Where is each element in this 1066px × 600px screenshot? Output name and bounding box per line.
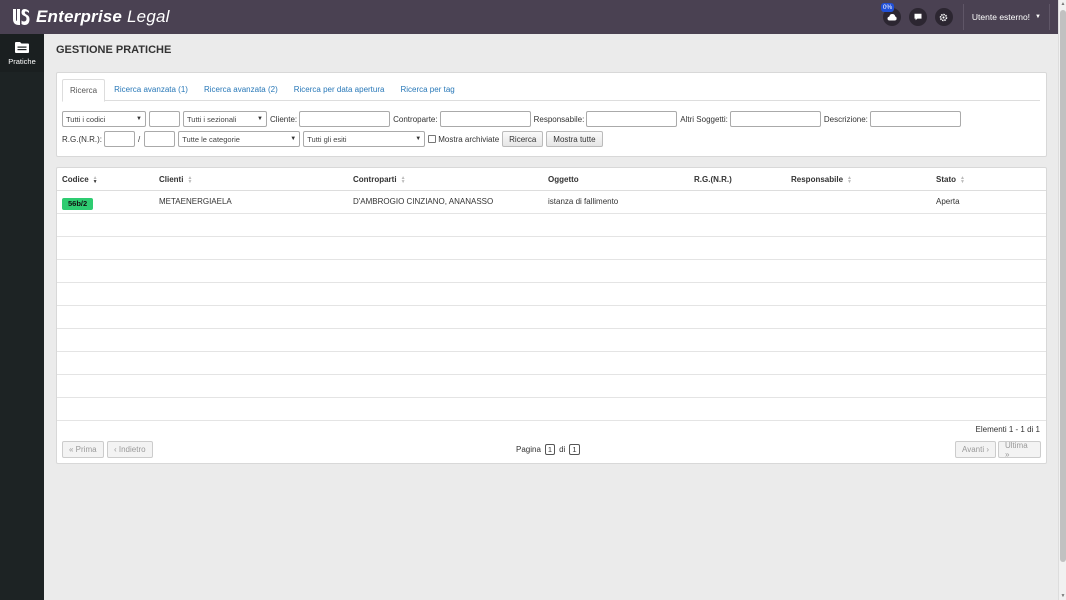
logo-text: Enterprise Legal — [36, 7, 170, 26]
cloud-icon — [887, 14, 897, 21]
counterpart-label: Controparte: — [393, 114, 438, 124]
table-row-empty — [57, 306, 1046, 329]
sort-icon: ▲ ▼ — [960, 174, 965, 185]
client-input[interactable] — [299, 111, 391, 127]
caret-down-icon: ▼ — [1035, 14, 1041, 20]
show-archived-checkbox[interactable] — [428, 135, 437, 143]
table-row-empty — [57, 237, 1046, 260]
column-header-controparti[interactable]: Controparti ▲ ▼ — [353, 168, 406, 191]
user-menu-dropdown[interactable]: Utente esterno! ▼ — [972, 4, 1050, 30]
sidebar: Pratiche — [0, 34, 44, 600]
sort-icon: ▲ ▼ — [92, 174, 98, 185]
column-header-stato[interactable]: Stato ▲ ▼ — [936, 168, 965, 191]
tab-ricerca[interactable]: Ricerca — [62, 79, 106, 102]
first-page-button[interactable]: « Prima — [62, 441, 104, 458]
column-header-responsabile[interactable]: Responsabile ▲ ▼ — [791, 168, 852, 191]
table-row-empty — [57, 283, 1046, 306]
page-title: GESTIONE PRATICHE — [56, 44, 172, 56]
tab-ricerca-data-apertura[interactable]: Ricerca per data apertura — [287, 79, 392, 101]
current-page-number[interactable]: 1 — [544, 444, 556, 455]
column-header-oggetto: Oggetto — [548, 175, 579, 184]
pagination: « Prima ‹ Indietro Pagina 1 di 1 Avanti … — [62, 441, 1041, 459]
rg-separator: / — [138, 134, 141, 144]
sort-icon: ▲ ▼ — [187, 174, 193, 185]
cell-object: istanza di fallimento — [548, 197, 619, 206]
table-row[interactable]: 56b/2 METAENERGIAELA D'AMBROGIO CINZIANO… — [57, 191, 1046, 214]
other-subjects-label: Altri Soggetti: — [680, 114, 728, 124]
scroll-up-icon[interactable]: ▲ — [1059, 0, 1066, 8]
description-label: Descrizione: — [823, 114, 868, 124]
chevron-down-icon: ▼ — [257, 116, 263, 122]
folder-icon — [15, 41, 29, 53]
page-indicator: Pagina 1 di 1 — [516, 441, 584, 458]
filter-row-1: Tutti i codici ▼ Tutti i sezionali ▼ Clien… — [62, 111, 964, 127]
tab-ricerca-avanzata-2[interactable]: Ricerca avanzata (2) — [197, 79, 285, 101]
show-all-button[interactable]: Mostra tutte — [546, 131, 603, 147]
logo-mark-icon — [13, 9, 30, 25]
chevron-down-icon: ▼ — [290, 136, 297, 142]
code-number-input[interactable] — [149, 111, 180, 127]
messages-button[interactable] — [908, 8, 927, 26]
codes-select[interactable]: Tutti i codici ▼ — [62, 111, 146, 127]
counterpart-input[interactable] — [439, 111, 531, 127]
outcomes-select[interactable]: Tutti gli esiti ▼ — [303, 131, 426, 147]
filter-row-2: R.G.(N.R.): / Tutte le categorie ▼ Tutti … — [62, 131, 606, 147]
table-row-empty — [57, 329, 1046, 352]
client-label: Cliente: — [270, 114, 298, 124]
sections-select[interactable]: Tutti i sezionali ▼ — [183, 111, 267, 127]
header-divider — [962, 4, 964, 30]
cell-clients: METAENERGIAELA — [159, 197, 232, 206]
prev-page-button[interactable]: ‹ Indietro — [107, 441, 153, 458]
column-header-clienti[interactable]: Clienti ▲ ▼ — [159, 168, 192, 191]
last-page-button[interactable]: Ultima » — [998, 441, 1041, 459]
sync-percent-badge: 0% — [880, 3, 895, 12]
chevron-down-icon: ▼ — [136, 116, 142, 122]
rg-label: R.G.(N.R.): — [62, 134, 102, 144]
sort-icon: ▲ ▼ — [400, 174, 406, 185]
table-row-empty — [57, 260, 1046, 283]
app-logo[interactable]: Enterprise Legal — [10, 6, 170, 28]
rg-number-input[interactable] — [104, 131, 135, 147]
other-subjects-input[interactable] — [729, 111, 821, 127]
table-row-empty — [57, 352, 1046, 375]
cell-counterparts: D'AMBROGIO CINZIANO, ANANASSO — [353, 197, 494, 206]
responsible-input[interactable] — [586, 111, 678, 127]
tab-ricerca-tag[interactable]: Ricerca per tag — [393, 79, 461, 101]
sort-icon: ▲ ▼ — [847, 174, 852, 185]
cell-status: Aperta — [936, 197, 960, 206]
column-header-codice[interactable]: Codice ▲ ▼ — [62, 168, 98, 191]
search-button[interactable]: Ricerca — [502, 131, 544, 147]
responsible-label: Responsabile: — [533, 114, 585, 124]
search-panel: Ricerca Ricerca avanzata (1) Ricerca ava… — [56, 72, 1047, 157]
table-row-empty — [57, 375, 1046, 398]
scroll-down-icon[interactable]: ▼ — [1059, 592, 1066, 600]
sidebar-item-label: Pratiche — [8, 56, 36, 66]
rg-year-input[interactable] — [144, 131, 176, 147]
code-badge[interactable]: 56b/2 — [62, 198, 94, 211]
column-header-rg: R.G.(N.R.) — [694, 175, 732, 184]
results-summary: Elementi 1 - 1 di 1 — [975, 425, 1040, 434]
chevron-down-icon: ▼ — [415, 136, 422, 142]
cell-code[interactable]: 56b/2 — [62, 191, 94, 213]
page-scrollbar[interactable]: ▲ ▼ — [1058, 0, 1066, 600]
total-pages-number: 1 — [569, 444, 580, 455]
results-table: Codice ▲ ▼ Clienti ▲ ▼ Controparti ▲ ▼ Oggetto… — [56, 167, 1047, 464]
chat-icon — [914, 13, 922, 21]
sync-status-button[interactable]: 0% — [880, 3, 901, 26]
next-page-button[interactable]: Avanti › — [955, 441, 996, 458]
top-bar: Enterprise Legal 0% Utente esterno! ▼ — [0, 0, 1058, 34]
tab-ricerca-avanzata-1[interactable]: Ricerca avanzata (1) — [107, 79, 195, 101]
gear-icon — [940, 13, 948, 21]
table-row-empty — [57, 398, 1046, 421]
categories-select[interactable]: Tutte le categorie ▼ — [178, 131, 301, 147]
table-row-empty — [57, 214, 1046, 237]
search-tabs: Ricerca Ricerca avanzata (1) Ricerca ava… — [62, 79, 1040, 102]
scrollbar-thumb[interactable] — [1060, 10, 1066, 562]
description-input[interactable] — [869, 111, 961, 127]
settings-button[interactable] — [934, 8, 953, 26]
sidebar-item-pratiche[interactable]: Pratiche — [0, 34, 44, 72]
table-header: Codice ▲ ▼ Clienti ▲ ▼ Controparti ▲ ▼ Oggetto… — [57, 168, 1046, 191]
show-archived-label[interactable]: Mostra archiviate — [438, 135, 499, 144]
user-name: Utente esterno! — [971, 12, 1031, 22]
